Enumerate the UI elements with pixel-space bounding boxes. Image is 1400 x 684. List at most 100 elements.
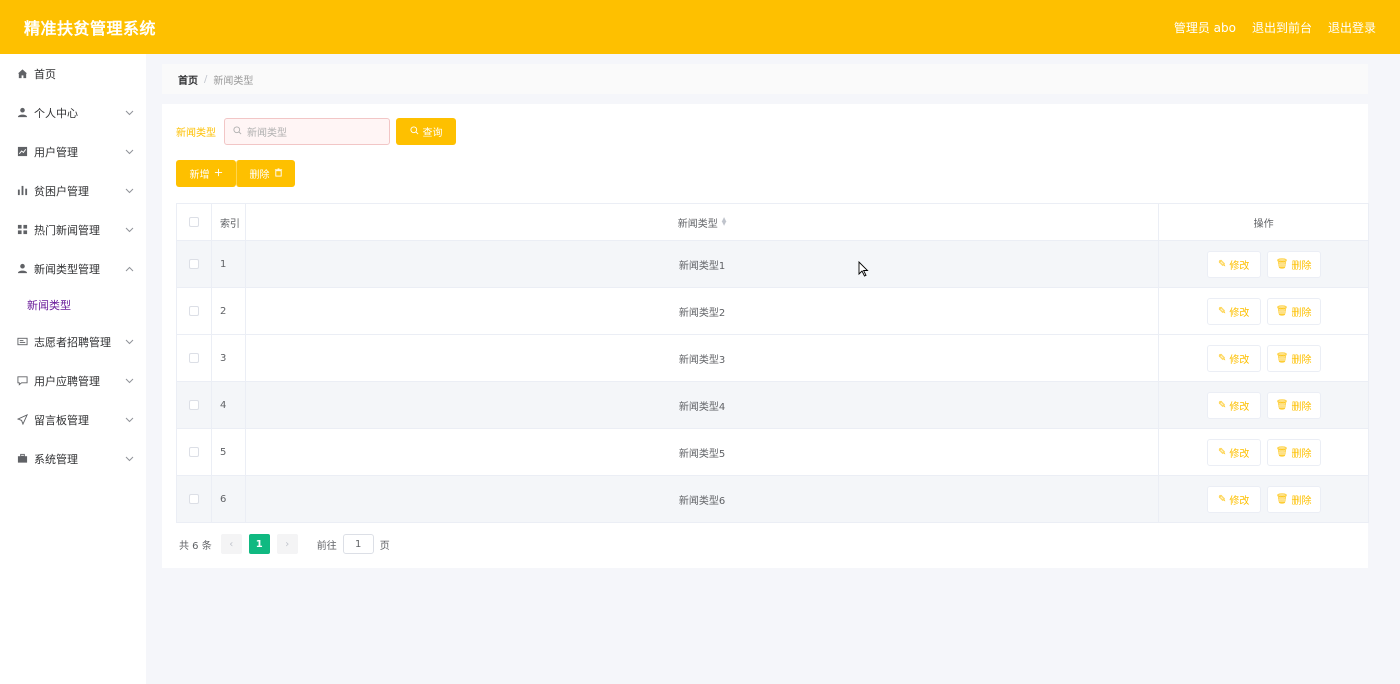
row-ops: ✎ 修改 🗑 删除 xyxy=(1159,429,1368,475)
chart-icon xyxy=(16,146,28,158)
add-button-label: 新增 xyxy=(189,170,210,181)
sidebar-subitem-label: 新闻类型 xyxy=(27,299,71,312)
chevron-down-icon xyxy=(124,147,134,157)
table-row: 3 新闻类型3 ✎ 修改 🗑 删除 xyxy=(177,335,1368,382)
sidebar-item-home[interactable]: 首页 xyxy=(0,54,146,93)
row-index: 3 xyxy=(212,335,246,381)
edit-button-label: 修改 xyxy=(1229,401,1250,413)
edit-icon: ✎ xyxy=(1217,446,1227,458)
logout-link[interactable]: 退出登录 xyxy=(1328,19,1376,36)
table-header-row: 索引 新闻类型 ▲ ▼ 操作 xyxy=(177,204,1368,241)
delete-button[interactable]: 🗑 删除 xyxy=(1266,438,1321,466)
bar-chart-icon xyxy=(16,185,28,197)
sidebar-item-label: 新闻类型管理 xyxy=(34,262,100,276)
row-checkbox-cell xyxy=(177,382,212,428)
delete-button-label: 删除 xyxy=(1291,401,1312,413)
batch-delete-button[interactable]: 删除 xyxy=(236,160,295,187)
search-input[interactable]: 新闻类型 xyxy=(224,118,390,145)
row-checkbox[interactable] xyxy=(188,306,199,316)
sidebar: 首页 个人中心 用户管理 贫困户管理 热门新闻管理 新闻类型管理 新闻类型 志愿… xyxy=(0,54,146,684)
sidebar-item-user-management[interactable]: 用户管理 xyxy=(0,132,146,171)
row-checkbox[interactable] xyxy=(188,494,199,504)
sidebar-item-poor-household[interactable]: 贫困户管理 xyxy=(0,171,146,210)
trash-icon: 🗑 xyxy=(1275,305,1289,317)
edit-button[interactable]: ✎ 修改 xyxy=(1206,250,1261,278)
edit-button[interactable]: ✎ 修改 xyxy=(1206,391,1261,419)
breadcrumb-current: 新闻类型 xyxy=(213,75,254,87)
edit-button[interactable]: ✎ 修改 xyxy=(1206,297,1261,325)
header-index: 索引 xyxy=(212,204,246,240)
edit-button[interactable]: ✎ 修改 xyxy=(1206,485,1261,513)
edit-button-label: 修改 xyxy=(1229,307,1250,319)
sidebar-item-system-management[interactable]: 系统管理 xyxy=(0,439,146,478)
row-checkbox-cell xyxy=(177,335,212,381)
grid-icon xyxy=(16,224,28,236)
sidebar-item-volunteer-recruitment[interactable]: 志愿者招聘管理 xyxy=(0,322,146,361)
search-row: 新闻类型 新闻类型 查询 xyxy=(176,118,456,145)
edit-button[interactable]: ✎ 修改 xyxy=(1206,438,1261,466)
sort-icon[interactable]: ▲ ▼ xyxy=(722,217,727,227)
edit-button-label: 修改 xyxy=(1229,260,1250,272)
chevron-down-icon xyxy=(124,225,134,235)
delete-button-label: 删除 xyxy=(1291,354,1312,366)
header-checkbox-cell xyxy=(177,204,212,240)
query-button[interactable]: 查询 xyxy=(396,118,456,145)
sidebar-item-news-type-management[interactable]: 新闻类型管理 xyxy=(0,249,146,288)
add-button[interactable]: 新增 xyxy=(176,160,236,187)
row-index: 6 xyxy=(212,476,246,522)
chevron-right-icon: › xyxy=(285,538,290,550)
edit-button-label: 修改 xyxy=(1229,448,1250,460)
row-checkbox[interactable] xyxy=(188,400,199,410)
pagination-total: 共 6 条 xyxy=(179,540,212,552)
trash-icon: 🗑 xyxy=(1275,446,1289,458)
delete-button[interactable]: 🗑 删除 xyxy=(1266,485,1321,513)
edit-button[interactable]: ✎ 修改 xyxy=(1206,344,1261,372)
sidebar-item-message-board[interactable]: 留言板管理 xyxy=(0,400,146,439)
delete-button-label: 删除 xyxy=(1291,448,1312,460)
sidebar-item-label: 系统管理 xyxy=(34,452,78,466)
chevron-down-icon xyxy=(124,337,134,347)
delete-button[interactable]: 🗑 删除 xyxy=(1266,344,1321,372)
row-checkbox-cell xyxy=(177,429,212,475)
sidebar-item-label: 用户应聘管理 xyxy=(34,374,100,388)
trash-icon xyxy=(274,167,283,180)
delete-button-label: 删除 xyxy=(1291,307,1312,319)
chevron-down-icon xyxy=(124,186,134,196)
admin-label[interactable]: 管理员 abo xyxy=(1174,19,1236,36)
row-checkbox[interactable] xyxy=(188,447,199,457)
row-index: 2 xyxy=(212,288,246,334)
header-ops: 操作 xyxy=(1253,218,1274,230)
sidebar-subitem-news-type[interactable]: 新闻类型 xyxy=(0,288,146,322)
query-button-label: 查询 xyxy=(422,128,443,139)
news-type-table: 索引 新闻类型 ▲ ▼ 操作 1 新闻类型1 ✎ 修改 🗑 删除 2 新闻类型2 ✎ 修… xyxy=(176,203,1369,523)
sidebar-item-personal-center[interactable]: 个人中心 xyxy=(0,93,146,132)
goto-unit: 页 xyxy=(379,540,390,552)
row-checkbox[interactable] xyxy=(188,353,199,363)
chevron-left-icon: ‹ xyxy=(229,538,234,550)
row-checkbox[interactable] xyxy=(188,259,199,269)
chevron-down-icon xyxy=(124,454,134,464)
row-name: 新闻类型4 xyxy=(246,382,1160,428)
breadcrumb-home[interactable]: 首页 xyxy=(178,72,198,87)
row-name: 新闻类型1 xyxy=(246,241,1160,287)
header-name[interactable]: 新闻类型 ▲ ▼ xyxy=(246,204,1160,240)
message-icon xyxy=(16,375,28,387)
chevron-up-icon xyxy=(124,264,134,274)
next-page-button[interactable]: › xyxy=(276,534,298,554)
table-row: 2 新闻类型2 ✎ 修改 🗑 删除 xyxy=(177,288,1368,335)
sidebar-item-label: 留言板管理 xyxy=(34,413,89,427)
delete-button[interactable]: 🗑 删除 xyxy=(1266,250,1321,278)
select-all-checkbox[interactable] xyxy=(188,217,199,227)
prev-page-button[interactable]: ‹ xyxy=(220,534,242,554)
delete-button[interactable]: 🗑 删除 xyxy=(1266,391,1321,419)
sidebar-item-label: 贫困户管理 xyxy=(34,184,89,198)
page-number-active[interactable]: 1 xyxy=(248,534,270,554)
home-icon xyxy=(16,68,28,80)
goto-page-input[interactable]: 1 xyxy=(342,534,374,554)
delete-button[interactable]: 🗑 删除 xyxy=(1266,297,1321,325)
sidebar-item-hot-news[interactable]: 热门新闻管理 xyxy=(0,210,146,249)
row-ops: ✎ 修改 🗑 删除 xyxy=(1159,335,1368,381)
sidebar-item-user-application[interactable]: 用户应聘管理 xyxy=(0,361,146,400)
back-to-front-link[interactable]: 退出到前台 xyxy=(1252,19,1312,36)
delete-button-label: 删除 xyxy=(1291,495,1312,507)
